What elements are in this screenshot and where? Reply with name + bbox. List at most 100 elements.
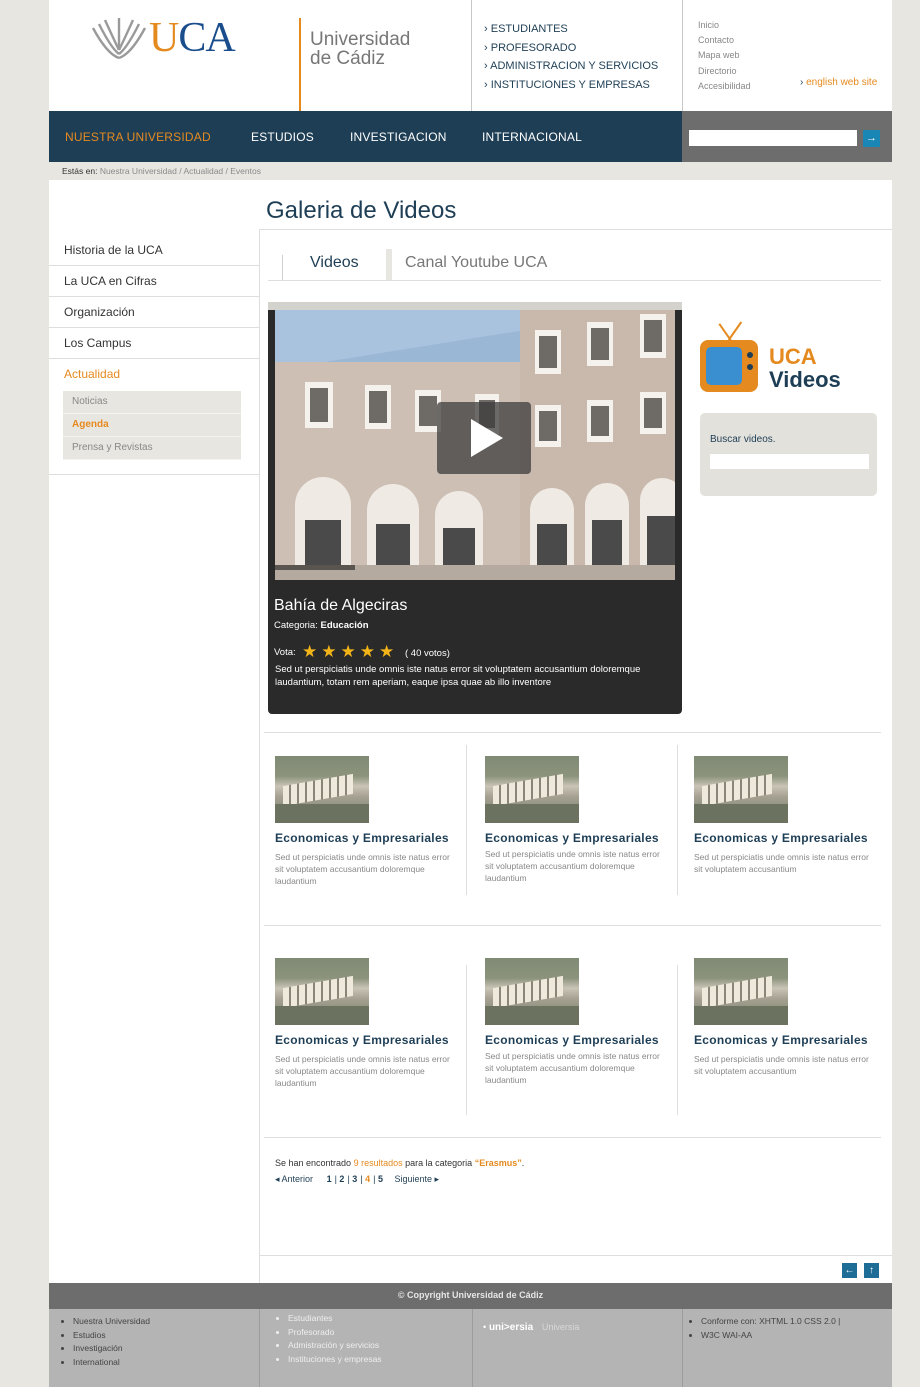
sidebar-item-actualidad[interactable]: Actualidad — [49, 359, 259, 389]
sidebar-subitem-prensa[interactable]: Prensa y Revistas — [63, 437, 241, 460]
video-thumbnail[interactable] — [275, 958, 369, 1025]
category-value[interactable]: Educación — [320, 620, 368, 631]
breadcrumb: Estás en: Nuestra Universidad / Actualid… — [62, 166, 261, 176]
video-title: Bahía de Algeciras — [274, 597, 408, 614]
english-site-link[interactable]: english web site — [800, 77, 877, 88]
link-administracion[interactable]: ADMINISTRACION Y SERVICIOS — [484, 57, 682, 76]
link-instituciones[interactable]: INSTITUCIONES Y EMPRESAS — [484, 76, 682, 95]
link-contacto[interactable]: Contacto — [698, 33, 751, 48]
page-link[interactable]: 5 — [378, 1174, 383, 1184]
video-card-title[interactable]: Economicas y Empresariales — [485, 1033, 675, 1047]
video-card-description: Sed ut perspiciatis unde omnis iste natu… — [485, 1051, 660, 1085]
star-icon[interactable]: ★ — [321, 642, 340, 661]
video-card-description: Sed ut perspiciatis unde omnis iste natu… — [275, 852, 450, 886]
video-screen[interactable] — [275, 310, 675, 580]
link-inicio[interactable]: Inicio — [698, 18, 751, 33]
video-thumbnail[interactable] — [694, 756, 788, 823]
nav-estudios[interactable]: ESTUDIOS — [251, 130, 314, 144]
breadcrumb-item[interactable]: Nuestra Universidad — [100, 166, 177, 176]
link-profesorado[interactable]: PROFESORADO — [484, 39, 682, 58]
player-top-strip — [268, 302, 682, 310]
sidebar-item-organizacion[interactable]: Organización — [49, 297, 259, 328]
back-arrow-icon[interactable]: ← — [842, 1263, 857, 1278]
breadcrumb-item[interactable]: Eventos — [230, 166, 261, 176]
nav-investigacion[interactable]: INVESTIGACION — [350, 130, 447, 144]
page-link[interactable]: 1 — [327, 1174, 332, 1184]
video-card-title[interactable]: Economicas y Empresariales — [485, 831, 675, 845]
footer-link[interactable]: Profesorado — [288, 1326, 382, 1340]
nav-internacional[interactable]: INTERNACIONAL — [482, 130, 582, 144]
footer-link[interactable]: Estudiantes — [288, 1312, 382, 1326]
video-card[interactable]: Economicas y Empresariales Sed ut perspi… — [485, 958, 675, 1086]
footer-link[interactable]: International — [73, 1356, 150, 1370]
video-search: Buscar videos. — [700, 413, 877, 496]
video-card[interactable]: Economicas y Empresariales Sed ut perspi… — [485, 756, 675, 884]
divider — [264, 732, 881, 733]
page-link-current[interactable]: 4 — [365, 1174, 370, 1184]
star-icon[interactable]: ★ — [341, 642, 360, 661]
uca-wordmark: UCA — [149, 15, 236, 61]
tab-videos[interactable]: Videos — [282, 255, 386, 280]
link-mapa-web[interactable]: Mapa web — [698, 48, 751, 63]
video-card-title[interactable]: Economicas y Empresariales — [694, 831, 884, 845]
video-card[interactable]: Economicas y Empresariales Sed ut perspi… — [275, 756, 465, 887]
audience-links: ESTUDIANTES PROFESORADO ADMINISTRACION Y… — [471, 0, 683, 111]
footer-link[interactable]: Nuestra Universidad — [73, 1315, 150, 1329]
star-rating[interactable]: ★★★★★ — [302, 642, 398, 662]
page-link[interactable]: 2 — [339, 1174, 344, 1184]
footer-link[interactable]: Investigación — [73, 1342, 150, 1356]
video-category: Categoria: Educación — [274, 620, 369, 631]
video-thumbnail[interactable] — [275, 756, 369, 823]
universia-link[interactable]: • uni>ersia Universia — [483, 1322, 579, 1333]
main-nav: NUESTRA UNIVERSIDAD ESTUDIOS INVESTIGACI… — [49, 111, 892, 162]
video-card-title[interactable]: Economicas y Empresariales — [694, 1033, 884, 1047]
tab-youtube[interactable]: Canal Youtube UCA — [386, 249, 881, 280]
footer-link[interactable]: Instituciones y empresas — [288, 1353, 382, 1367]
video-card-description: Sed ut perspiciatis unde omnis iste natu… — [485, 849, 660, 883]
scroll-top-arrow-icon[interactable]: ↑ — [864, 1263, 879, 1278]
tv-screen — [706, 347, 742, 385]
video-card-title[interactable]: Economicas y Empresariales — [275, 831, 465, 845]
pagination-prev[interactable]: ◂ Anterior — [275, 1174, 313, 1184]
site-search-input[interactable] — [689, 130, 857, 146]
video-card-description: Sed ut perspiciatis unde omnis iste natu… — [275, 1054, 450, 1088]
footer-link[interactable]: Conforme con: XHTML 1.0 CSS 2.0 | — [701, 1315, 840, 1329]
video-thumbnail[interactable] — [485, 958, 579, 1025]
star-icon[interactable]: ★ — [379, 642, 398, 661]
utility-links: Inicio Contacto Mapa web Directorio Acce… — [698, 18, 751, 94]
divider — [264, 1137, 881, 1138]
sidebar-item-campus[interactable]: Los Campus — [49, 328, 259, 359]
uca-logo-mark-icon — [91, 18, 147, 60]
star-icon[interactable]: ★ — [360, 642, 379, 661]
page-link[interactable]: 3 — [352, 1174, 357, 1184]
star-icon[interactable]: ★ — [302, 642, 321, 661]
video-card[interactable]: Economicas y Empresariales Sed ut perspi… — [694, 958, 884, 1077]
nav-nuestra-universidad[interactable]: NUESTRA UNIVERSIDAD — [65, 130, 211, 144]
divider — [49, 474, 259, 475]
site-search-button[interactable]: → — [863, 130, 880, 147]
sidebar-item-cifras[interactable]: La UCA en Cifras — [49, 266, 259, 297]
video-thumbnail[interactable] — [694, 958, 788, 1025]
video-thumbnail[interactable] — [485, 756, 579, 823]
video-card[interactable]: Economicas y Empresariales Sed ut perspi… — [694, 756, 884, 875]
video-card[interactable]: Economicas y Empresariales Sed ut perspi… — [275, 958, 465, 1089]
uca-logo[interactable]: UCA Universidad de Cádiz — [89, 10, 410, 118]
footer-link[interactable]: W3C WAI-AA — [701, 1329, 840, 1343]
tv-icon — [700, 340, 758, 392]
video-search-input[interactable] — [710, 454, 869, 469]
play-icon[interactable] — [437, 402, 531, 474]
video-card-title[interactable]: Economicas y Empresariales — [275, 1033, 465, 1047]
results-summary: Se han encontrado 9 resultados para la c… — [275, 1158, 525, 1168]
footer-link[interactable]: Admistración y servicios — [288, 1339, 382, 1353]
sidebar: Historia de la UCA La UCA en Cifras Orga… — [49, 235, 259, 460]
footer-link[interactable]: Estudios — [73, 1329, 150, 1343]
sidebar-subitem-agenda[interactable]: Agenda — [63, 414, 241, 437]
sidebar-item-historia[interactable]: Historia de la UCA — [49, 235, 259, 266]
link-directorio[interactable]: Directorio — [698, 64, 751, 79]
link-estudiantes[interactable]: ESTUDIANTES — [484, 20, 682, 39]
pagination-next[interactable]: Siguiente ▸ — [395, 1174, 440, 1184]
link-accesibilidad[interactable]: Accesibilidad — [698, 79, 751, 94]
breadcrumb-item[interactable]: Actualidad — [183, 166, 223, 176]
sidebar-subitem-noticias[interactable]: Noticias — [63, 391, 241, 414]
uca-videos-logo-text: Videos — [769, 367, 841, 392]
